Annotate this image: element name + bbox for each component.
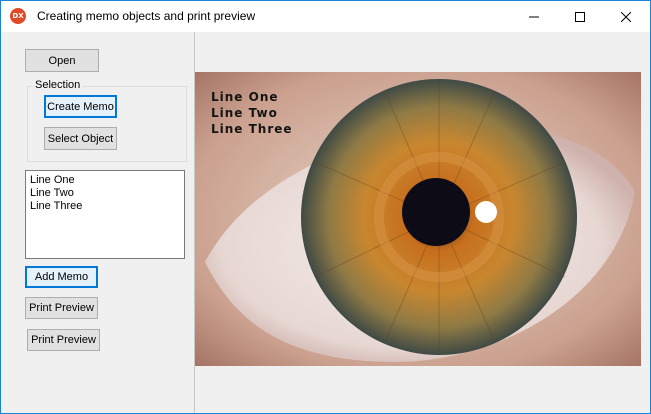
overlay-line: Line Three xyxy=(211,122,293,136)
overlay-line: Line Two xyxy=(211,106,278,120)
memo-textarea[interactable]: Line One Line Two Line Three xyxy=(25,170,185,259)
eye-image[interactable]: Line One Line Two Line Three xyxy=(195,72,641,366)
window-title: Creating memo objects and print preview xyxy=(37,9,256,23)
memo-line: Line One xyxy=(30,174,75,186)
title-bar[interactable]: DX Creating memo objects and print previ… xyxy=(1,1,650,32)
minimize-icon xyxy=(529,16,539,17)
maximize-icon xyxy=(575,11,585,22)
control-panel: Open Selection Create Memo Select Object… xyxy=(1,32,195,413)
close-icon xyxy=(621,11,631,22)
minimize-button[interactable] xyxy=(511,1,557,32)
memo-line: Line Two xyxy=(30,187,74,199)
print-preview-button-1[interactable]: Print Preview xyxy=(25,297,98,319)
open-button[interactable]: Open xyxy=(25,49,99,72)
overlay-line: Line One xyxy=(211,90,279,104)
create-memo-button[interactable]: Create Memo xyxy=(44,95,117,118)
memo-line: Line Three xyxy=(30,200,83,212)
select-object-button[interactable]: Select Object xyxy=(44,127,117,150)
app-logo-icon: DX xyxy=(10,8,26,24)
print-preview-button-2[interactable]: Print Preview xyxy=(27,329,100,351)
app-window: DX Creating memo objects and print previ… xyxy=(0,0,651,414)
add-memo-button[interactable]: Add Memo xyxy=(25,266,98,288)
close-button[interactable] xyxy=(603,1,649,32)
image-panel: Line One Line Two Line Three xyxy=(195,32,650,413)
selection-group-label: Selection xyxy=(33,79,83,91)
maximize-button[interactable] xyxy=(557,1,603,32)
